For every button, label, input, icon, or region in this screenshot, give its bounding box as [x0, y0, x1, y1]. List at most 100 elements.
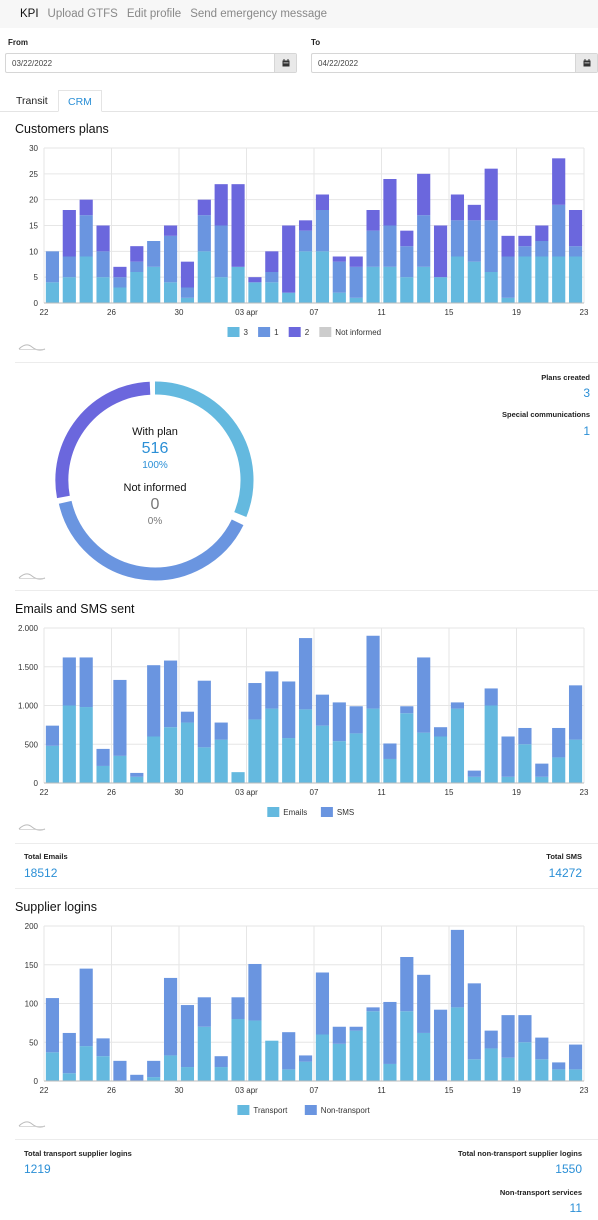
bar-segment — [197, 215, 211, 252]
calendar-icon[interactable] — [575, 54, 597, 72]
y-tick-label: 0 — [34, 779, 39, 788]
bar-segment — [467, 776, 481, 783]
x-tick-label: 03 apr — [235, 1086, 258, 1095]
bar-segment — [433, 1009, 448, 1081]
bar-segment — [147, 1060, 161, 1078]
tab-bar: Transit CRM — [0, 90, 598, 112]
supplier-logins-chart: 0 50 100 150 200 22 26 30 03 apr 07 11 15 19 23 Transp… — [25, 922, 589, 1115]
legend-label: Emails — [283, 808, 307, 817]
divider — [15, 590, 598, 591]
bar-segment — [197, 1026, 211, 1081]
legend-label: SMS — [337, 808, 354, 817]
with-plan-value: 516 — [141, 440, 169, 457]
total-transport-logins-value: 1219 — [24, 1162, 51, 1176]
bar-segment — [417, 266, 431, 303]
with-plan-percent: 100% — [142, 460, 168, 471]
bar-segment — [231, 997, 245, 1019]
y-tick-label: 1.500 — [18, 663, 39, 672]
bar-segment — [552, 757, 566, 783]
bar-segment — [113, 266, 127, 278]
legend-label: Not informed — [335, 328, 381, 337]
legend-swatch — [304, 1105, 317, 1115]
tab-crm[interactable]: CRM — [58, 90, 102, 112]
chart-options-icon[interactable] — [18, 570, 46, 580]
bar-segment — [282, 1032, 296, 1070]
bar-segment — [79, 968, 93, 1047]
bar-segment — [113, 1060, 127, 1081]
bar-segment — [130, 272, 144, 303]
tab-transit[interactable]: Transit — [16, 90, 48, 112]
bar-segment — [298, 709, 313, 783]
bar-segment — [518, 235, 532, 247]
bar-segment — [214, 1067, 228, 1081]
bar-segment — [298, 230, 313, 252]
bar-segment — [417, 974, 431, 1033]
bar-segment — [332, 261, 346, 293]
bar-segment — [467, 220, 481, 262]
x-tick-label: 26 — [107, 308, 116, 317]
bar-segment — [197, 680, 211, 748]
bar-segment — [96, 748, 110, 766]
bar-segment — [45, 998, 60, 1053]
bar-segment — [366, 1007, 380, 1012]
bar-segment — [147, 736, 161, 783]
chart-options-icon[interactable] — [18, 341, 46, 351]
with-plan-label: With plan — [132, 426, 178, 438]
bar-segment — [214, 184, 228, 226]
bar-segment — [113, 679, 127, 756]
bar-segment — [400, 957, 414, 1012]
calendar-icon[interactable] — [274, 54, 296, 72]
bar-segment — [552, 158, 566, 205]
supplier-logins-title: Supplier logins — [15, 900, 97, 914]
chart-options-icon[interactable] — [18, 821, 46, 831]
bar-segment — [45, 282, 60, 303]
bar-segment — [197, 199, 211, 216]
bar-segment — [518, 256, 532, 303]
y-tick-label: 25 — [29, 170, 38, 179]
plans-created-value: 3 — [583, 386, 590, 400]
nav-send-emergency-message[interactable]: Send emergency message — [190, 8, 327, 20]
bar-segment — [298, 1055, 313, 1062]
bar-segment — [163, 282, 178, 303]
to-date-field[interactable]: 04/22/2022 — [311, 53, 598, 73]
bar-segment — [467, 261, 481, 303]
bar-segment — [163, 660, 178, 728]
bar-segment — [180, 711, 195, 723]
bar-segment — [535, 256, 549, 303]
from-date-field[interactable]: 03/22/2022 — [5, 53, 297, 73]
x-tick-label: 22 — [40, 308, 49, 317]
bar-segment — [130, 261, 144, 272]
x-tick-label: 30 — [175, 1086, 184, 1095]
emails-sms-title: Emails and SMS sent — [15, 602, 135, 616]
bar-segment — [62, 1032, 76, 1074]
bar-segment — [231, 184, 245, 267]
chart-options-icon[interactable] — [18, 1118, 46, 1128]
y-tick-label: 5 — [34, 273, 39, 282]
bar-segment — [484, 272, 498, 303]
bar-segment — [417, 657, 431, 733]
bar-segment — [214, 722, 228, 740]
nav-upload-gtfs[interactable]: Upload GTFS — [48, 8, 118, 20]
non-transport-services-value: 11 — [569, 1201, 582, 1215]
bar-segment — [366, 210, 380, 231]
x-tick-label: 15 — [445, 788, 454, 797]
bar-segment — [383, 1001, 397, 1064]
bar-segment — [552, 727, 566, 758]
bar-segment — [484, 168, 498, 221]
bar-segment — [552, 204, 566, 257]
non-transport-services-label: Non-transport services — [499, 1188, 582, 1197]
nav-kpi[interactable]: KPI — [20, 8, 39, 20]
nav-edit-profile[interactable]: Edit profile — [127, 8, 181, 20]
bar-segment — [400, 230, 414, 247]
bar-segment — [163, 977, 178, 1056]
bar-segment — [130, 246, 144, 262]
bar-segment — [552, 1069, 566, 1081]
bar-segment — [433, 736, 448, 783]
bar-segment — [535, 241, 549, 257]
bar-segment — [332, 1026, 346, 1044]
divider — [15, 888, 598, 889]
bar-segment — [433, 727, 448, 737]
bar-segment — [45, 725, 60, 746]
x-tick-label: 11 — [377, 308, 386, 317]
bar-segment — [349, 706, 363, 734]
